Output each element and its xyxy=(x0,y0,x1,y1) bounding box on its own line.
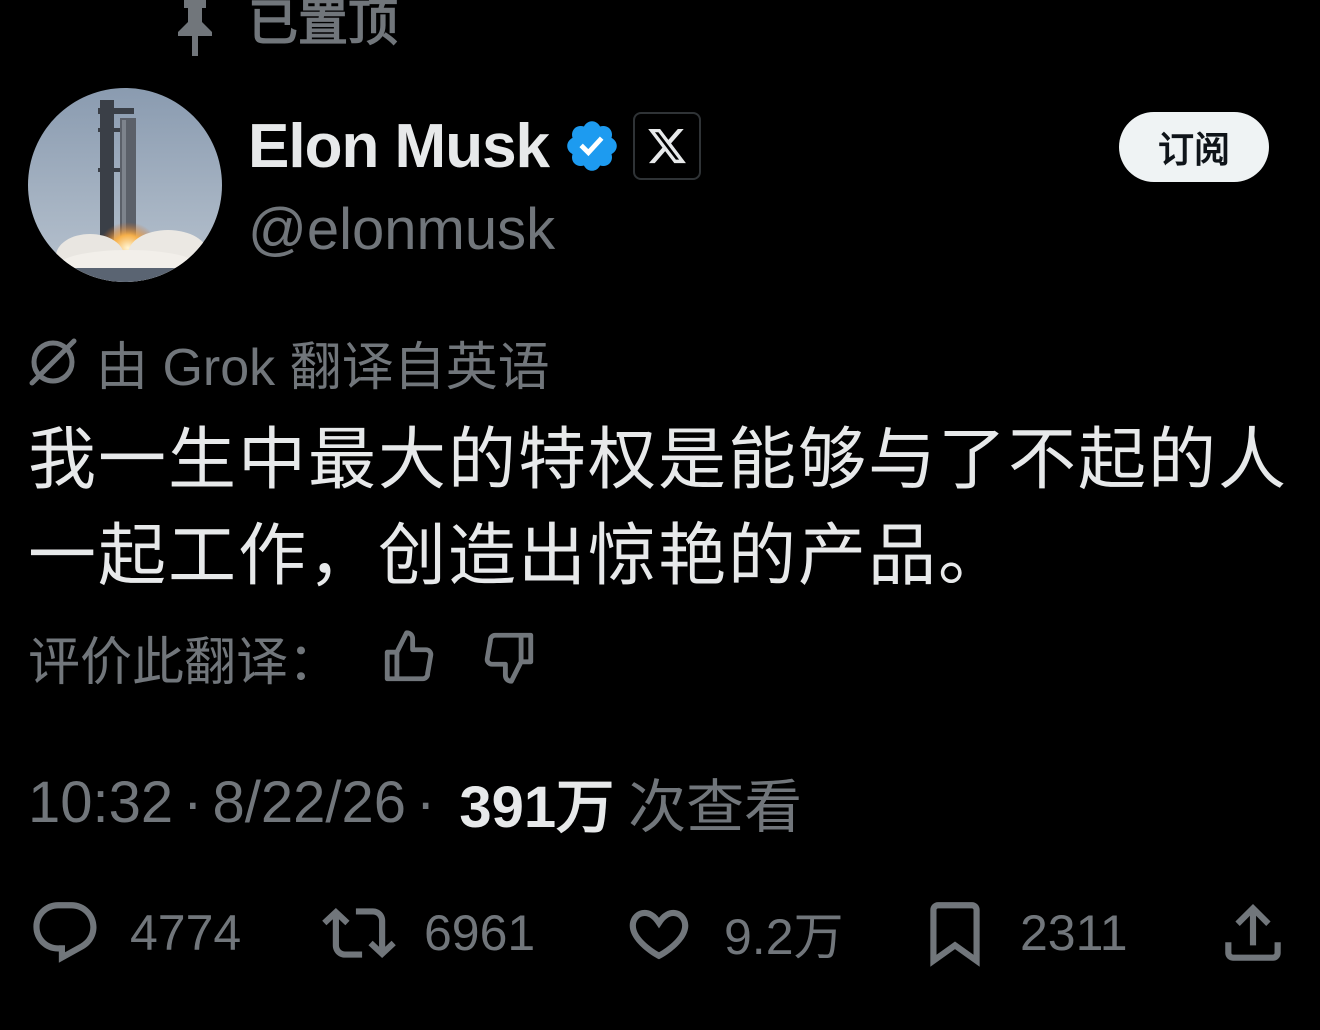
share-button[interactable] xyxy=(1216,890,1290,976)
meta-separator: · xyxy=(183,769,203,835)
avatar[interactable] xyxy=(28,88,222,282)
avatar-rocket-image xyxy=(28,88,222,282)
bookmark-icon xyxy=(930,902,980,967)
tweet-time[interactable]: 10:32 xyxy=(28,769,173,836)
author-name-row: Elon Musk xyxy=(248,108,702,184)
tweet-text: 我一生中最大的特权是能够与了不起的人一起工作，创造出惊艳的产品。 xyxy=(28,422,1289,594)
bookmark-count: 2311 xyxy=(1020,905,1128,961)
repost-button[interactable]: 6961 xyxy=(322,890,535,976)
translation-notice[interactable]: 由 Grok 翻译自英语 xyxy=(26,330,550,397)
grok-icon xyxy=(29,338,77,386)
pin-icon xyxy=(178,0,212,56)
share-icon xyxy=(1225,903,1281,961)
translation-notice-label: 由 Grok 翻译自英语 xyxy=(96,338,550,397)
author-display-name[interactable]: Elon Musk xyxy=(248,111,550,182)
meta-separator: · xyxy=(416,769,436,835)
rate-translation-row: 评价此翻译： xyxy=(28,622,538,692)
reply-count: 4774 xyxy=(130,905,242,961)
x-affiliate-badge[interactable] xyxy=(633,112,702,180)
heart-icon xyxy=(629,909,689,960)
tweet-meta: 10:32 · 8/22/26 · 391万 次查看 xyxy=(28,764,802,841)
verified-badge-icon[interactable] xyxy=(563,117,621,175)
tweet-date[interactable]: 8/22/26 xyxy=(212,769,406,836)
bookmark-button[interactable]: 2311 xyxy=(918,890,1128,976)
subscribe-button[interactable]: 订阅 xyxy=(1119,112,1269,182)
like-count: 9.2万 xyxy=(724,909,844,965)
x-logo-icon xyxy=(648,128,686,164)
reply-icon xyxy=(33,902,97,963)
like-button[interactable]: 9.2万 xyxy=(622,890,844,976)
repost-count: 6961 xyxy=(424,905,536,961)
rate-translation-label: 评价此翻译： xyxy=(28,633,341,692)
pinned-indicator: 已置顶 xyxy=(170,0,398,58)
thumbs-down-icon[interactable] xyxy=(480,628,538,686)
reply-button[interactable]: 4774 xyxy=(28,890,241,976)
thumbs-up-icon[interactable] xyxy=(380,628,438,686)
views-count[interactable]: 391万 xyxy=(459,760,614,844)
views-label: 次查看 xyxy=(628,775,803,840)
pinned-label: 已置顶 xyxy=(248,0,398,51)
repost-icon xyxy=(322,907,396,959)
author-handle[interactable]: @elonmusk xyxy=(248,196,555,263)
